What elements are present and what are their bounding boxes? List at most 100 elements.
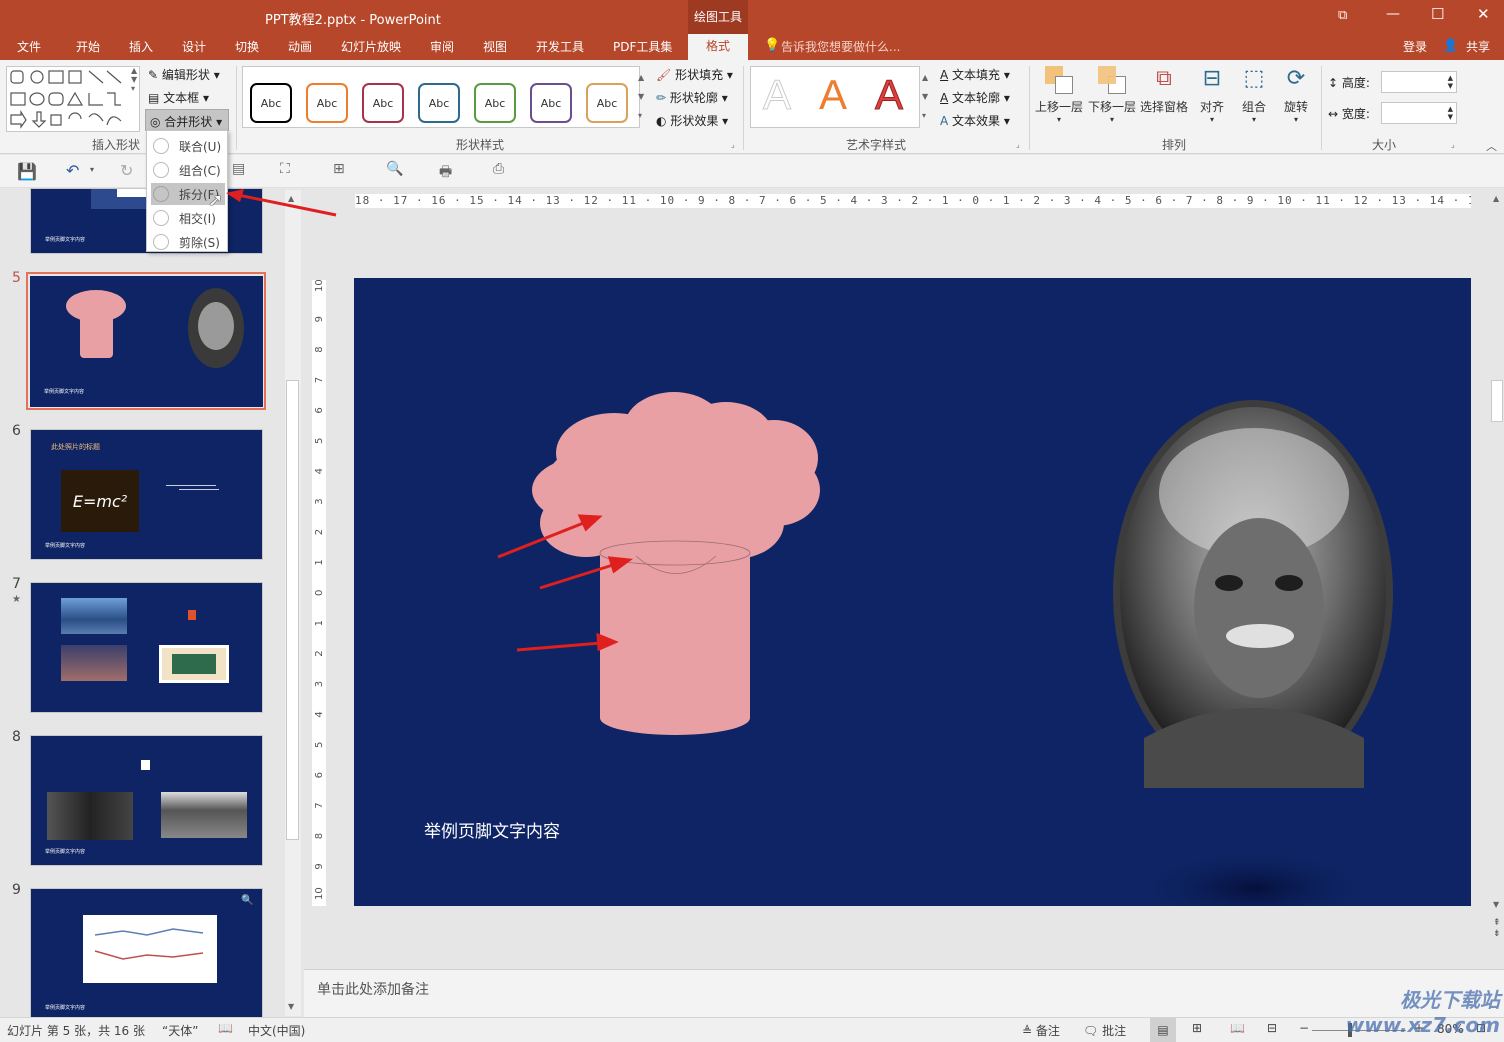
dialog-launcher-icon[interactable]: ⌟ bbox=[731, 140, 735, 149]
vertical-ruler-label: 4 bbox=[314, 711, 325, 717]
comments-toggle[interactable]: 🗨 批注 bbox=[1083, 1022, 1126, 1039]
slide-thumbnail-6[interactable]: 此处照片的标题 E=mc² 举例页脚文字内容 bbox=[30, 429, 263, 560]
shape-style-4[interactable]: Abc bbox=[418, 83, 460, 123]
save-icon[interactable]: 💾 bbox=[17, 162, 37, 181]
send-backward-button[interactable]: 下移一层 ▾ bbox=[1087, 66, 1137, 124]
ribbon-display-icon[interactable]: ⧉ bbox=[1338, 8, 1347, 23]
send-backward-icon bbox=[1098, 66, 1126, 94]
dialog-launcher-icon[interactable]: ⌟ bbox=[1016, 140, 1020, 149]
wordart-style-3[interactable]: A bbox=[874, 71, 903, 119]
tab-pdf-tools[interactable]: PDF工具集 bbox=[613, 38, 672, 55]
print-icon[interactable]: 🖶 bbox=[439, 161, 452, 185]
rotate-button[interactable]: ⟳ 旋转 ▾ bbox=[1276, 66, 1316, 124]
selection-pane-icon: ⧉ bbox=[1156, 66, 1172, 91]
width-input[interactable]: ▲ ▼ bbox=[1381, 102, 1457, 124]
slide-number: 7 bbox=[12, 576, 21, 592]
minimize-button[interactable]: — bbox=[1386, 6, 1400, 22]
tab-format[interactable]: 格式 bbox=[688, 34, 748, 60]
reading-view-icon[interactable]: 📖 bbox=[1230, 1021, 1245, 1035]
presenter-icon[interactable]: ⛶ bbox=[280, 161, 290, 177]
tab-animations[interactable]: 动画 bbox=[288, 38, 312, 55]
slide-thumbnail-5[interactable]: 举例页脚文字内容 bbox=[30, 276, 263, 407]
slide-thumbnail-9[interactable]: 🔍 举例页脚文字内容 bbox=[30, 888, 263, 1019]
collapse-ribbon-icon[interactable]: ︿ bbox=[1486, 138, 1497, 154]
group-button[interactable]: ⬚ 组合 ▾ bbox=[1234, 66, 1274, 124]
shape-style-2[interactable]: Abc bbox=[306, 83, 348, 123]
bring-forward-button[interactable]: 上移一层 ▾ bbox=[1034, 66, 1084, 124]
notes-toggle[interactable]: ≜ 备注 bbox=[1022, 1022, 1060, 1039]
text-fill-button[interactable]: A 文本填充 ▾ bbox=[940, 66, 1010, 83]
menu-item-subtract[interactable]: 剪除(S) bbox=[151, 231, 225, 253]
tab-insert[interactable]: 插入 bbox=[129, 38, 153, 55]
login-link[interactable]: 登录 bbox=[1403, 38, 1427, 55]
language[interactable]: 中文(中国) bbox=[248, 1022, 305, 1039]
tab-slideshow[interactable]: 幻灯片放映 bbox=[341, 38, 401, 55]
style-gallery-scroll-icon[interactable]: ▲ ▼ ▾ bbox=[638, 68, 644, 125]
spellcheck-icon[interactable]: 📖 bbox=[218, 1021, 233, 1035]
pen-icon: ✏ bbox=[656, 91, 667, 105]
main-scrollbar[interactable]: ▲ ▼ bbox=[1490, 194, 1504, 914]
undo-icon[interactable]: ↶ bbox=[66, 161, 79, 180]
tab-transitions[interactable]: 切换 bbox=[235, 38, 259, 55]
main-scrollbar-thumb[interactable] bbox=[1491, 380, 1503, 422]
notes-placeholder[interactable]: 单击此处添加备注 bbox=[317, 979, 429, 999]
shape-fill-button[interactable]: 🖌 形状填充 ▾ bbox=[656, 66, 733, 83]
group-label-insert-shapes: 插入形状 bbox=[92, 138, 141, 152]
shape-effects-button[interactable]: ◐ 形状效果 ▾ bbox=[656, 112, 728, 129]
tab-view[interactable]: 视图 bbox=[483, 38, 507, 55]
tell-me-input[interactable]: 告诉我您想要做什么... bbox=[781, 38, 900, 55]
status-bar: 幻灯片 第 5 张，共 16 张 “天体” 📖 中文(中国) ≜ 备注 🗨 批注… bbox=[0, 1017, 1504, 1042]
undo-dropdown-icon[interactable]: ▾ bbox=[90, 165, 94, 174]
merge-shapes-button[interactable]: ◎ 合并形状 ▾ bbox=[145, 109, 229, 131]
text-box-button[interactable]: ▤ 文本框 ▾ bbox=[148, 89, 209, 106]
height-input[interactable]: ▲ ▼ bbox=[1381, 71, 1457, 93]
share-button[interactable]: 共享 bbox=[1466, 38, 1490, 55]
tab-developer[interactable]: 开发工具 bbox=[536, 38, 584, 55]
align-button[interactable]: ⊟ 对齐 ▾ bbox=[1192, 66, 1232, 124]
wordart-style-2[interactable]: A bbox=[819, 71, 847, 119]
shape-style-3[interactable]: Abc bbox=[362, 83, 404, 123]
scrollbar-thumb[interactable] bbox=[286, 380, 299, 840]
tab-home[interactable]: 开始 bbox=[76, 38, 100, 55]
zoom-out-icon[interactable]: − bbox=[1299, 1021, 1309, 1035]
thumb-photo-1 bbox=[47, 792, 133, 840]
shape-outline-button[interactable]: ✏ 形状轮廓 ▾ bbox=[656, 89, 728, 106]
edit-shape-button[interactable]: ✎ 编辑形状 ▾ bbox=[148, 66, 220, 83]
menu-item-union[interactable]: 联合(U) bbox=[151, 135, 225, 157]
tab-review[interactable]: 审阅 bbox=[430, 38, 454, 55]
divider bbox=[1321, 66, 1322, 150]
vertical-ruler-label: 2 bbox=[314, 650, 325, 656]
text-outline-button[interactable]: A 文本轮廓 ▾ bbox=[940, 89, 1010, 106]
gallery-scroll-icon[interactable]: ▲ ▼ ▾ bbox=[131, 66, 137, 93]
slide-thumbnail-7[interactable] bbox=[30, 582, 263, 713]
menu-item-combine[interactable]: 组合(C) bbox=[151, 159, 225, 181]
shape-style-7[interactable]: Abc bbox=[586, 83, 628, 123]
slide-sorter-icon[interactable]: ⊞ bbox=[1192, 1021, 1202, 1035]
shape-style-6[interactable]: Abc bbox=[530, 83, 572, 123]
thumbnail-scrollbar[interactable]: ▲ ▼ bbox=[285, 190, 301, 1016]
slide-thumbnail-8[interactable]: 举例页脚文字内容 bbox=[30, 735, 263, 866]
redo-icon[interactable]: ↻ bbox=[120, 161, 133, 180]
shape-gallery[interactable] bbox=[6, 66, 140, 132]
text-effects-button[interactable]: A 文本效果 ▾ bbox=[940, 112, 1010, 129]
shape-style-1[interactable]: Abc bbox=[250, 83, 292, 123]
prev-next-slide-icons[interactable]: ⇞ ⇟ bbox=[1493, 918, 1501, 940]
selection-pane-button[interactable]: ⧉ 选择窗格 bbox=[1138, 66, 1190, 115]
slideshow-view-icon[interactable]: ⊟ bbox=[1267, 1021, 1277, 1035]
tab-file[interactable]: 文件 bbox=[17, 38, 41, 55]
slide-canvas[interactable]: 举例页脚文字内容 bbox=[354, 278, 1471, 906]
slideshow-icon[interactable]: ⊞ bbox=[333, 161, 345, 177]
tab-design[interactable]: 设计 bbox=[182, 38, 206, 55]
close-button[interactable]: ✕ bbox=[1477, 5, 1490, 23]
wordart-scroll-icon[interactable]: ▲ ▼ ▾ bbox=[922, 68, 928, 125]
export-icon[interactable]: ⎙ bbox=[493, 161, 504, 177]
dialog-launcher-icon[interactable]: ⌟ bbox=[1451, 140, 1455, 149]
preview-icon[interactable]: 🔍 bbox=[386, 161, 403, 177]
wordart-gallery[interactable]: A A A bbox=[750, 66, 920, 128]
layout-icon[interactable]: ▤ bbox=[232, 161, 245, 177]
maximize-button[interactable]: ☐ bbox=[1431, 5, 1444, 23]
shape-style-5[interactable]: Abc bbox=[474, 83, 516, 123]
normal-view-icon[interactable]: ▤ bbox=[1150, 1018, 1176, 1042]
shape-style-gallery[interactable]: Abc Abc Abc Abc Abc Abc Abc bbox=[242, 66, 640, 128]
wordart-style-1[interactable]: A bbox=[762, 71, 791, 119]
